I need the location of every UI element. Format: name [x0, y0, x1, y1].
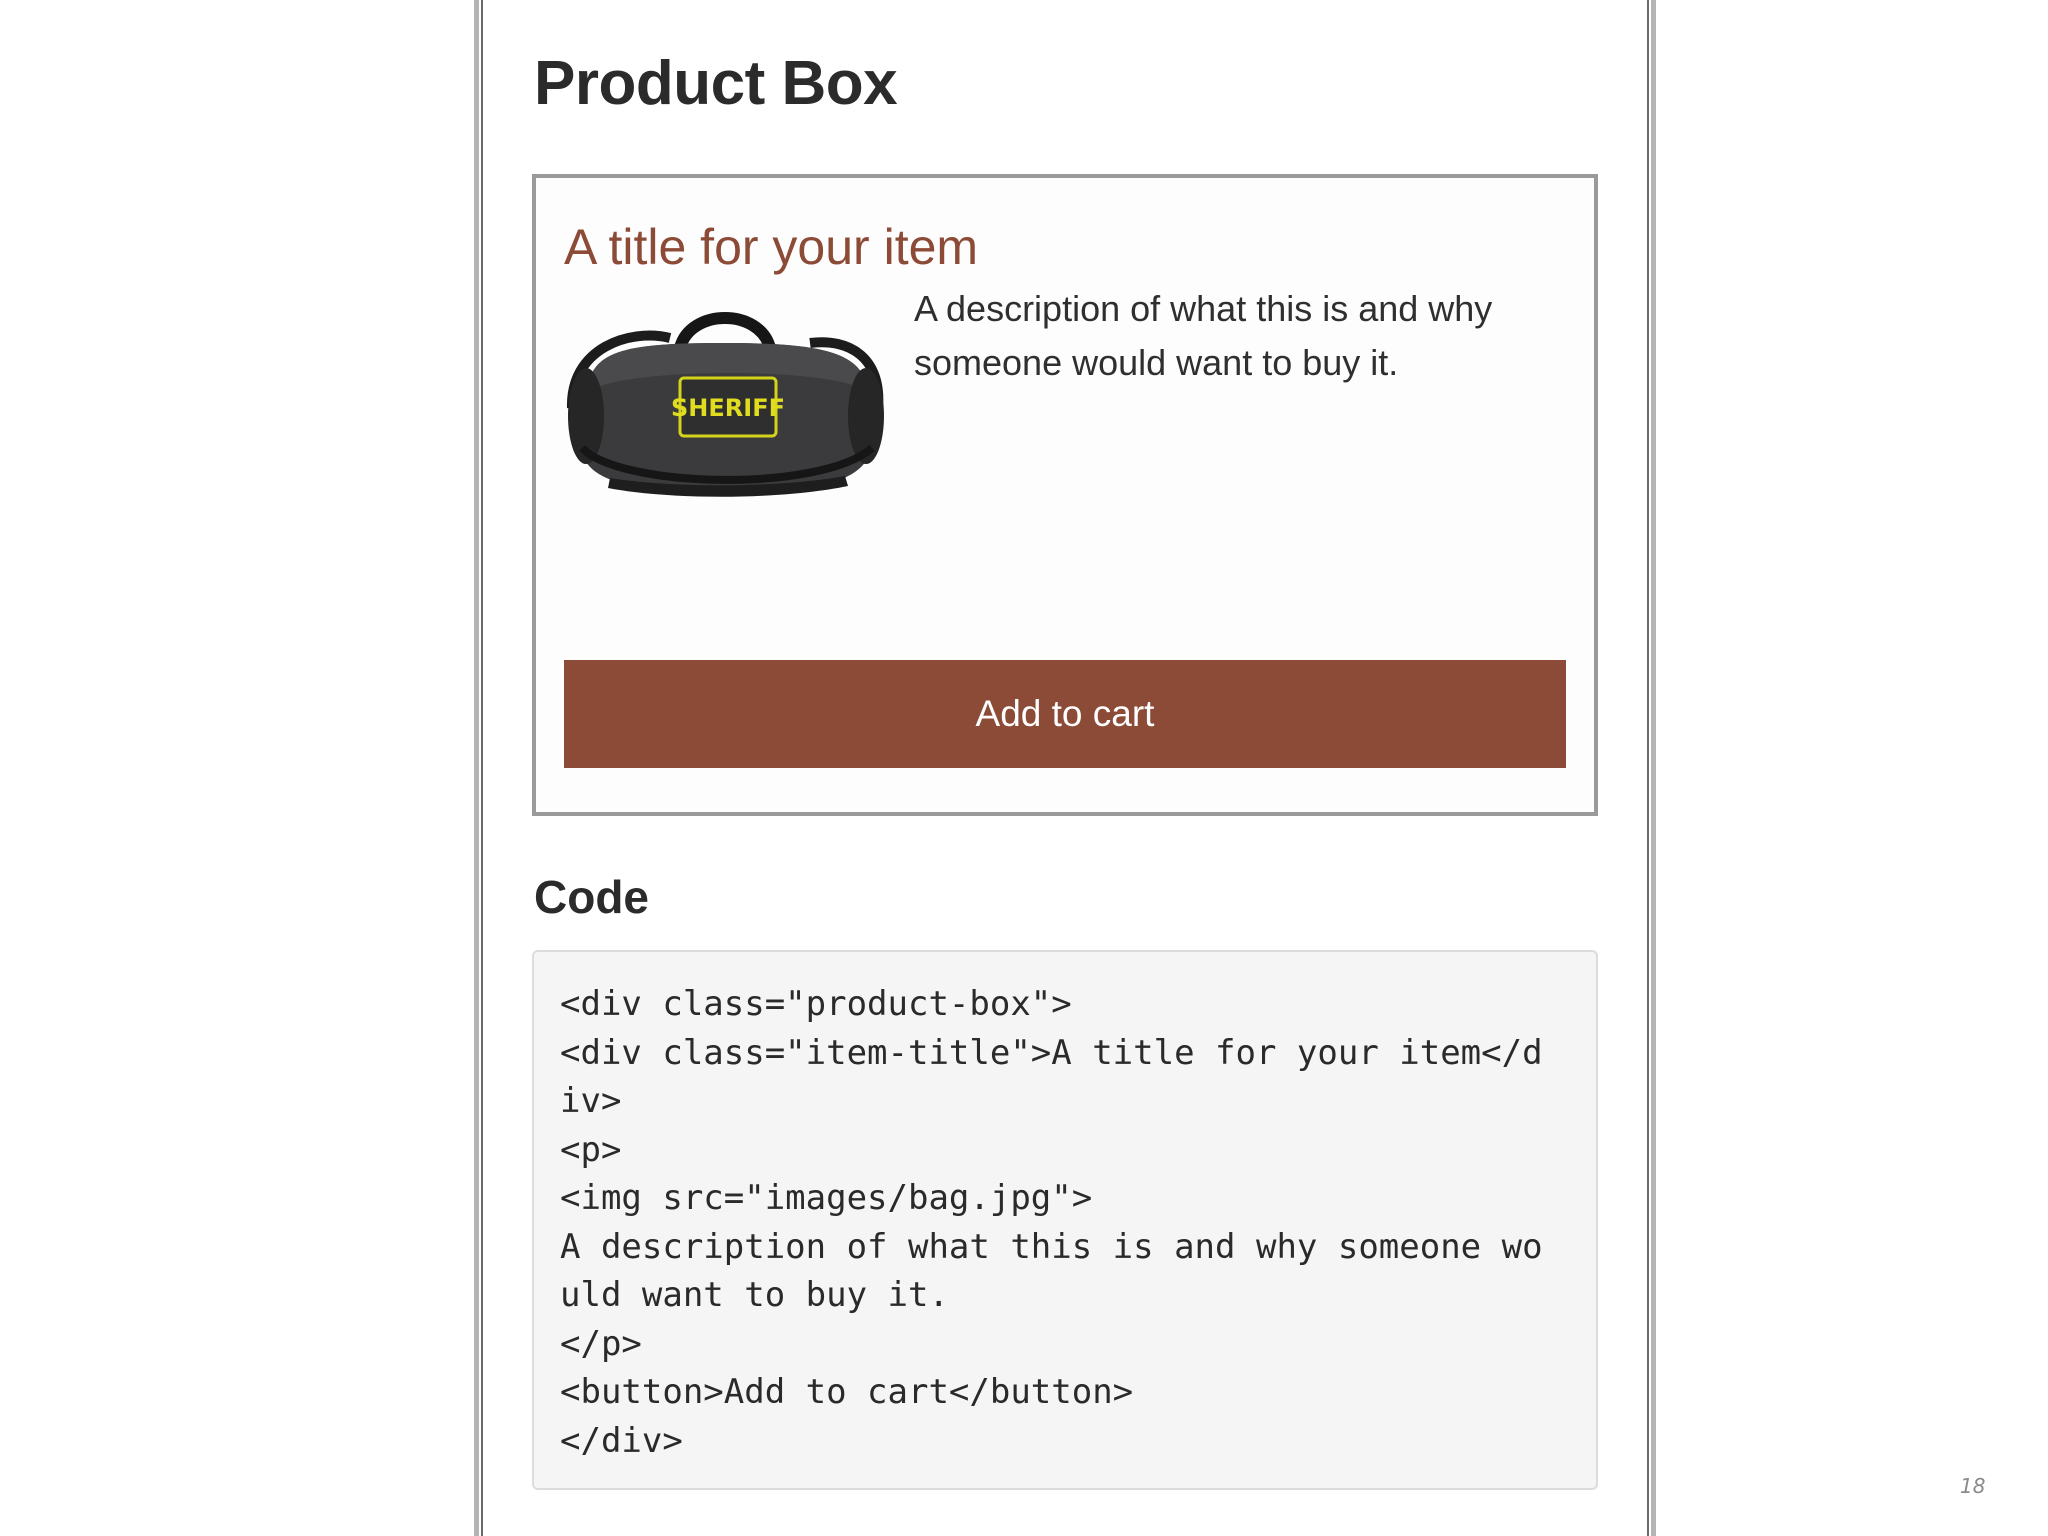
- code-heading: Code: [534, 871, 649, 923]
- item-description: A description of what this is and why so…: [914, 288, 1493, 383]
- code-line: <img src="images/bag.jpg">: [560, 1178, 1093, 1218]
- add-to-cart-button[interactable]: Add to cart: [564, 660, 1566, 768]
- code-line: </p>: [560, 1323, 642, 1364]
- code-line: </div>: [560, 1420, 683, 1461]
- duffel-bag-image: SHERIFF: [566, 312, 884, 497]
- page-title: Product Box: [534, 49, 898, 118]
- code-line: A description of what this is and why so…: [560, 1226, 1543, 1267]
- code-line: iv>: [560, 1081, 622, 1121]
- slide: Product Box A title for your item SHERIF…: [0, 0, 2048, 1536]
- code-line: <p>: [560, 1129, 622, 1170]
- code-line: <button>Add to cart</button>: [560, 1372, 1134, 1412]
- code-line: <div class="item-title">A title for your…: [560, 1032, 1543, 1073]
- slide-page-number: 18: [1960, 1474, 1986, 1498]
- product-box: A title for your item SHERIFF A descript…: [532, 174, 1598, 816]
- code-line: <div class="product-box">: [560, 984, 1072, 1024]
- code-line: uld want to buy it.: [560, 1275, 949, 1315]
- item-title: A title for your item: [564, 219, 979, 275]
- code-block: <div class="product-box"> <div class="it…: [532, 950, 1598, 1490]
- bag-patch-text: SHERIFF: [671, 394, 785, 422]
